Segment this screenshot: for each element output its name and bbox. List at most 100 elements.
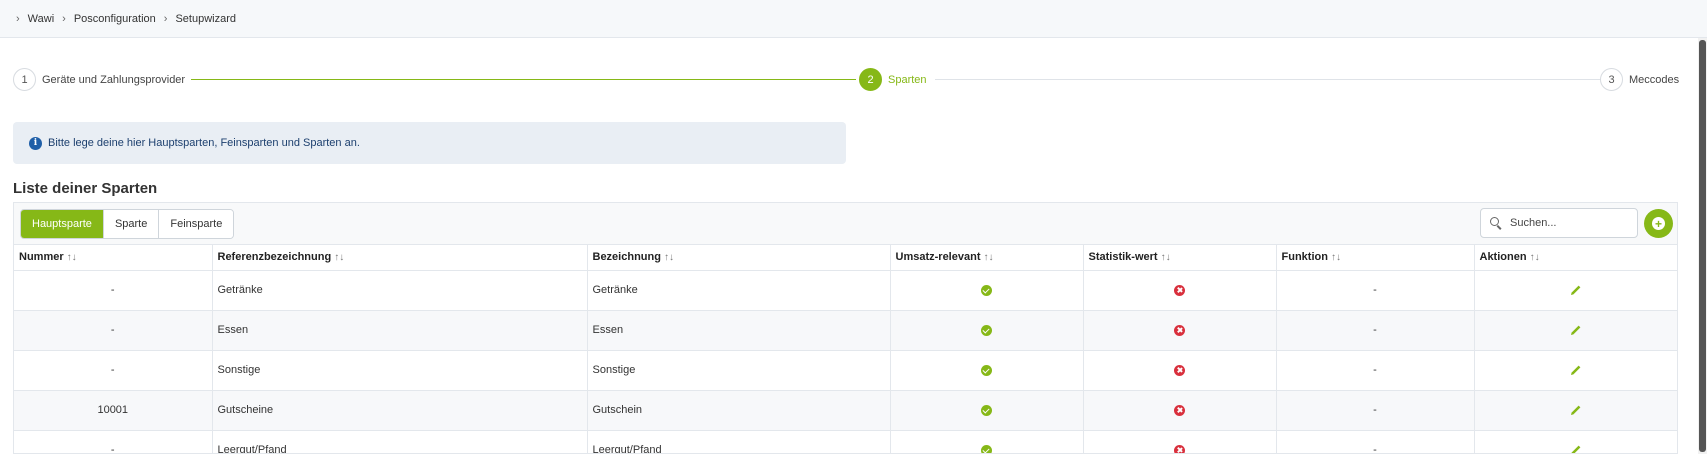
cell-statistik-wert [1083,390,1277,431]
search-icon [1490,217,1502,229]
column-header-label: Nummer [19,251,64,264]
table-row[interactable]: - Essen Essen - [14,310,1677,351]
cell-aktionen [1474,350,1677,391]
cell-nummer: - [14,310,213,351]
scrollbar-thumb[interactable] [1699,40,1706,452]
column-header-label: Aktionen [1479,251,1527,264]
cell-funktion: - [1276,310,1475,351]
add-sparte-button[interactable]: + [1644,209,1673,238]
sort-icon[interactable]: ↑↓ [1331,252,1341,263]
cell-bezeichnung: Gutschein [587,390,891,431]
table-toolbar: Hauptsparte Sparte Feinsparte + [14,203,1677,245]
sort-icon[interactable]: ↑↓ [334,252,344,263]
cell-nummer: 10001 [14,390,213,431]
table-row[interactable]: - Leergut/Pfand Leergut/Pfand - [14,430,1677,454]
table-row[interactable]: - Sonstige Sonstige - [14,350,1677,391]
column-header-nummer[interactable]: Nummer ↑↓ [14,245,213,271]
step-1[interactable]: 1 Geräte und Zahlungsprovider [13,68,185,91]
page-title: Liste deiner Sparten [13,180,158,197]
cell-funktion: - [1276,430,1475,453]
step-2[interactable]: 2 Sparten [859,68,927,91]
cell-statistik-wert [1083,310,1277,351]
table-row[interactable]: - Getränke Getränke - [14,270,1677,311]
info-icon: i [29,136,42,150]
table-header-row: Nummer ↑↓ Referenzbezeichnung ↑↓ Bezeichnu… [14,245,1677,271]
cell-funktion: - [1276,350,1475,391]
cell-umsatz-relevant [890,430,1084,453]
x-circle-icon [1174,324,1185,336]
x-circle-icon [1174,444,1185,453]
cell-referenzbezeichnung: Getränke [212,270,588,311]
column-header-aktionen[interactable]: Aktionen ↑↓ [1474,245,1677,271]
cell-statistik-wert [1083,430,1277,453]
cell-bezeichnung: Essen [587,310,891,351]
cell-umsatz-relevant [890,390,1084,431]
check-circle-icon [981,324,992,336]
wizard-stepper: 1 Geräte und Zahlungsprovider 2 Sparten … [13,68,1679,92]
sparten-table: Nummer ↑↓ Referenzbezeichnung ↑↓ Bezeichnu… [14,245,1677,454]
column-header-bezeichnung[interactable]: Bezeichnung ↑↓ [587,245,891,271]
info-text: Bitte lege deine hier Hauptsparten, Fein… [48,137,360,149]
search-input[interactable] [1510,217,1630,229]
step-label: Sparten [888,73,927,86]
vertical-scrollbar[interactable] [1698,38,1707,454]
column-header-label: Bezeichnung [592,251,661,264]
cell-nummer: - [14,270,213,311]
sparten-type-selector: Hauptsparte Sparte Feinsparte [20,209,235,239]
check-circle-icon [981,364,992,376]
column-header-umsatz-relevant[interactable]: Umsatz-relevant ↑↓ [890,245,1084,271]
edit-pencil-icon[interactable] [1570,324,1582,336]
cell-aktionen [1474,390,1677,431]
table-row[interactable]: 10001 Gutscheine Gutschein - [14,390,1677,431]
column-header-funktion[interactable]: Funktion ↑↓ [1276,245,1475,271]
info-message: i Bitte lege deine hier Hauptsparten, Fe… [13,122,846,164]
column-header-label: Funktion [1281,251,1328,264]
column-header-label: Umsatz-relevant [895,251,981,264]
tab-sparte[interactable]: Sparte [103,210,160,238]
column-header-label: Statistik-wert [1088,251,1158,264]
step-label: Geräte und Zahlungsprovider [42,73,186,86]
column-header-statistik-wert[interactable]: Statistik-wert ↑↓ [1083,245,1277,271]
sort-icon[interactable]: ↑↓ [983,252,993,263]
cell-funktion: - [1276,390,1475,431]
sparten-table-panel: Hauptsparte Sparte Feinsparte + Nummer↑↓… [13,202,1678,454]
edit-pencil-icon[interactable] [1570,284,1582,296]
breadcrumb: › Wawi › Posconfiguration › Setupwizard [16,13,236,25]
breadcrumb-bar: › Wawi › Posconfiguration › Setupwizard [0,0,1707,38]
cell-referenzbezeichnung: Sonstige [212,350,588,391]
tab-feinsparte[interactable]: Feinsparte [159,210,234,238]
plus-circle-icon: + [1652,217,1665,230]
breadcrumb-setupwizard[interactable]: Setupwizard [175,13,236,25]
chevron-right-icon: › [62,12,66,25]
column-header-label: Referenzbezeichnung [217,251,332,264]
step-label: Meccodes [1629,73,1680,86]
edit-pencil-icon[interactable] [1570,364,1582,376]
cell-referenzbezeichnung: Leergut/Pfand [212,430,588,453]
check-circle-icon [981,404,992,416]
cell-nummer: - [14,430,213,453]
column-header-referenzbezeichnung[interactable]: Referenzbezeichnung ↑↓ [212,245,588,271]
check-circle-icon [981,444,992,453]
cell-statistik-wert [1083,270,1277,311]
cell-aktionen [1474,310,1677,351]
cell-referenzbezeichnung: Gutscheine [212,390,588,431]
cell-referenzbezeichnung: Essen [212,310,588,351]
edit-pencil-icon[interactable] [1570,444,1582,454]
cell-umsatz-relevant [890,350,1084,391]
step-connector-pending [935,79,1611,80]
step-number: 1 [13,68,36,91]
cell-bezeichnung: Sonstige [587,350,891,391]
cell-aktionen [1474,430,1677,454]
chevron-right-icon: › [16,12,20,25]
edit-pencil-icon[interactable] [1570,404,1582,416]
breadcrumb-wawi[interactable]: Wawi [28,13,54,25]
step-3[interactable]: 3 Meccodes [1600,68,1679,91]
sort-icon[interactable]: ↑↓ [664,252,674,263]
sort-icon[interactable]: ↑↓ [1530,252,1540,263]
x-circle-icon [1174,404,1185,416]
sort-icon[interactable]: ↑↓ [1161,252,1171,263]
cell-statistik-wert [1083,350,1277,391]
breadcrumb-posconfiguration[interactable]: Posconfiguration [74,13,156,25]
sort-icon[interactable]: ↑↓ [67,252,77,263]
tab-hauptsparte[interactable]: Hauptsparte [21,210,104,238]
